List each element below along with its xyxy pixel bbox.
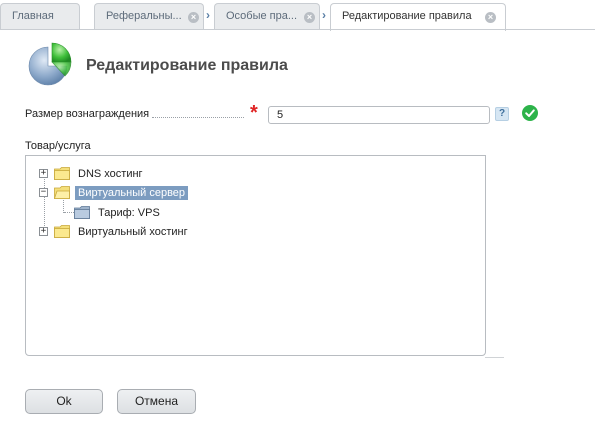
tab-referral[interactable]: Реферальны... × [94,3,204,30]
close-icon[interactable]: × [304,12,315,23]
tab-label: Главная [12,10,54,22]
tab-label: Особые пра... [226,10,298,22]
folder-icon [54,167,70,180]
folder-open-icon [54,186,70,199]
tab-special-rules[interactable]: Особые пра... × [214,3,320,30]
check-circle-icon [522,105,538,121]
tariff-icon [74,206,90,219]
collapse-toggle[interactable]: − [39,188,48,197]
tab-edit-rule[interactable]: Редактирование правила × [330,3,506,31]
reward-label: Размер вознаграждения [25,108,150,120]
pie-chart-icon [28,42,72,86]
tree-node-virtual-hosting[interactable]: Виртуальный хостинг [75,225,191,239]
expand-toggle[interactable]: + [39,227,48,236]
folder-icon [54,225,70,238]
tab-home[interactable]: Главная [0,3,80,30]
edit-rule-window: Главная Реферальны... × Особые пра... × … [0,0,595,422]
help-icon[interactable]: ? [495,107,509,121]
tab-label: Реферальны... [106,10,182,22]
tree-connector [44,174,45,232]
cancel-button[interactable]: Отмена [117,389,196,414]
tab-label: Редактирование правила [342,10,472,22]
product-tree[interactable]: + DNS хостинг − Виртуальный сервер Тариф… [25,155,486,356]
required-marker: * [250,102,258,124]
chevron-right-icon: › [322,8,326,22]
chevron-right-icon: › [206,8,210,22]
tree-node-virtual-server[interactable]: Виртуальный сервер [75,186,189,200]
tree-resize-edge [485,357,504,358]
product-tree-label: Товар/услуга [25,140,91,152]
tree-node-dns-hosting[interactable]: DNS хостинг [75,167,146,181]
close-icon[interactable]: × [188,12,199,23]
ok-button[interactable]: Ok [25,389,103,414]
label-leader-dots [152,117,244,118]
page-title: Редактирование правила [86,57,288,74]
reward-amount-input[interactable] [268,106,490,124]
tree-node-tariff-vps[interactable]: Тариф: VPS [95,206,163,220]
expand-toggle[interactable]: + [39,169,48,178]
tree-connector [64,212,74,213]
close-icon[interactable]: × [485,12,496,23]
tab-bar: Главная Реферальны... × Особые пра... × … [0,0,595,31]
tab-bar-divider [0,29,595,30]
